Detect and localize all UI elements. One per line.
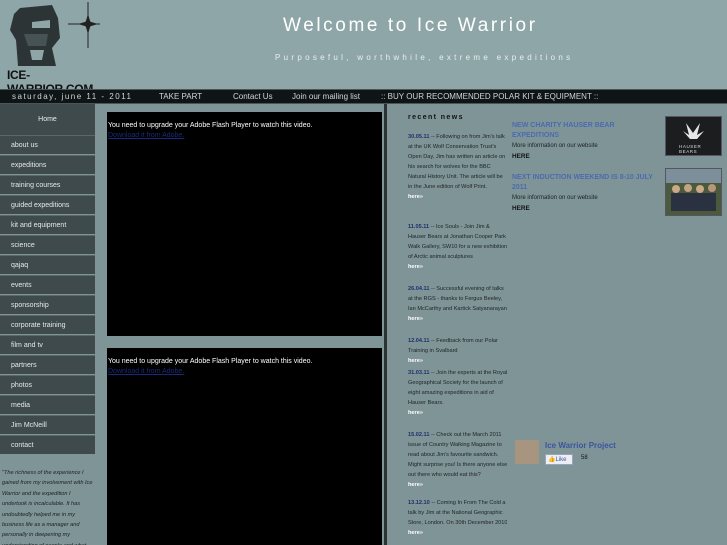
sidebar-item-contact[interactable]: contact bbox=[0, 435, 95, 454]
like-count: 58 bbox=[581, 455, 588, 461]
video-player[interactable]: You need to upgrade your Adobe Flash Pla… bbox=[107, 112, 382, 336]
promo-here-link[interactable]: HERE bbox=[512, 152, 662, 162]
sidebar-item-photos[interactable]: photos bbox=[0, 375, 95, 394]
promo-title[interactable]: NEW CHARITY HAUSER BEAR EXPEDITIONS bbox=[512, 121, 662, 141]
sidebar-item-corporate-training[interactable]: corporate training bbox=[0, 315, 95, 334]
news-item: 12.04.11 -- Feedback from our Polar Trai… bbox=[408, 336, 508, 366]
tagline: Purposeful, worthwhile, extreme expediti… bbox=[275, 53, 574, 62]
flash-download-link[interactable]: Download it from Adobe. bbox=[108, 132, 184, 139]
sidebar-item-science[interactable]: science bbox=[0, 235, 95, 254]
nav-date: saturday, june 11 - 2011 bbox=[12, 92, 133, 101]
promo-block: NEXT INDUCTION WEEKEND IS 8-10 JULY 2011… bbox=[512, 173, 662, 214]
news-date: 11.05.11 bbox=[408, 224, 430, 230]
promo-title[interactable]: NEXT INDUCTION WEEKEND IS 8-10 JULY 2011 bbox=[512, 173, 662, 193]
sidebar-item-about-us[interactable]: about us bbox=[0, 135, 95, 154]
sidebar-item-sponsorship[interactable]: sponsorship bbox=[0, 295, 95, 314]
nav-take-part[interactable]: TAKE PART bbox=[159, 92, 202, 101]
sidebar-item-qajaq[interactable]: qajaq bbox=[0, 255, 95, 274]
news-item: 15.02.11 -- Check out the March 2011 iss… bbox=[408, 430, 508, 490]
group-photo-icon bbox=[666, 169, 721, 215]
news-text: -- Following on from Jim's talk at the U… bbox=[408, 134, 506, 190]
news-date: 12.04.11 bbox=[408, 338, 430, 344]
sidebar-item-events[interactable]: events bbox=[0, 275, 95, 294]
sidebar-item-jim-mcneill[interactable]: Jim McNeill bbox=[0, 415, 95, 434]
facebook-page-thumbnail[interactable] bbox=[515, 440, 539, 464]
like-label: Like bbox=[555, 457, 567, 463]
video-column: You need to upgrade your Adobe Flash Pla… bbox=[95, 104, 390, 545]
flash-download-link[interactable]: Download it from Adobe. bbox=[108, 368, 184, 375]
facebook-page-title[interactable]: Ice Warrior Project bbox=[545, 441, 616, 450]
news-more-link[interactable]: here» bbox=[408, 480, 508, 490]
header: ICE-WARRIOR.COM Welcome to Ice Warrior P… bbox=[0, 0, 727, 96]
promo-here-link[interactable]: HERE bbox=[512, 204, 662, 214]
logo[interactable]: ICE-WARRIOR.COM bbox=[0, 0, 108, 96]
news-date: 30.05.11 bbox=[408, 134, 430, 140]
flash-upgrade-message: You need to upgrade your Adobe Flash Pla… bbox=[108, 358, 313, 365]
flash-upgrade-message: You need to upgrade your Adobe Flash Pla… bbox=[108, 122, 313, 129]
news-date: 26.04.11 bbox=[408, 286, 430, 292]
news-more-link[interactable]: here» bbox=[408, 262, 508, 272]
news-column: recent news 30.05.11 -- Following on fro… bbox=[384, 104, 508, 545]
sidebar-item-film-and-tv[interactable]: film and tv bbox=[0, 335, 95, 354]
news-item: 26.04.11 -- Successful evening of talks … bbox=[408, 284, 508, 324]
nav-contact-us[interactable]: Contact Us bbox=[233, 92, 273, 101]
sidebar-item-partners[interactable]: partners bbox=[0, 355, 95, 374]
sidebar-item-guided-expeditions[interactable]: guided expeditions bbox=[0, 195, 95, 214]
nav-buy-kit[interactable]: :: BUY OUR RECOMMENDED POLAR KIT & EQUIP… bbox=[381, 92, 598, 101]
sidebar-item-expeditions[interactable]: expeditions bbox=[0, 155, 95, 174]
news-date: 31.03.11 bbox=[408, 370, 430, 376]
facebook-widget: Ice Warrior Project 👍Like 58 bbox=[515, 440, 695, 470]
news-more-link[interactable]: here» bbox=[408, 528, 508, 538]
testimonial-quote: "The richness of the experience I gained… bbox=[2, 470, 93, 545]
sidebar-item-kit-and-equipment[interactable]: kit and equipment bbox=[0, 215, 95, 234]
logo-icon bbox=[10, 2, 108, 66]
news-item: 13.12.10 -- Coming In From The Cold a ta… bbox=[408, 498, 508, 538]
news-heading: recent news bbox=[408, 114, 464, 121]
promo-column: NEW CHARITY HAUSER BEAR EXPEDITIONS More… bbox=[507, 104, 727, 545]
news-item: 31.03.11 -- Join the experts at the Roya… bbox=[408, 368, 508, 418]
sidebar-item-home[interactable]: Home bbox=[0, 104, 95, 135]
news-more-link[interactable]: here» bbox=[408, 192, 508, 202]
news-date: 13.12.10 bbox=[408, 500, 430, 506]
news-more-link[interactable]: here» bbox=[408, 408, 508, 418]
sidebar-item-media[interactable]: media bbox=[0, 395, 95, 414]
news-item: 11.05.11 -- Ice Souls - Join Jim & Hause… bbox=[408, 222, 508, 272]
sidebar-item-training-courses[interactable]: training courses bbox=[0, 175, 95, 194]
news-date: 15.02.11 bbox=[408, 432, 430, 438]
video-player[interactable]: You need to upgrade your Adobe Flash Pla… bbox=[107, 348, 382, 545]
news-text: -- Check out the March 2011 issue of Cou… bbox=[408, 432, 508, 478]
hauser-bears-thumbnail[interactable]: HAUSER BEARS bbox=[665, 116, 722, 156]
news-more-link[interactable]: here» bbox=[408, 356, 508, 366]
news-more-link[interactable]: here» bbox=[408, 314, 508, 324]
promo-text: More information on our website bbox=[512, 195, 598, 201]
page-title: Welcome to Ice Warrior bbox=[283, 15, 538, 36]
facebook-like-button[interactable]: 👍Like bbox=[545, 454, 573, 465]
promo-text: More information on our website bbox=[512, 143, 598, 149]
news-item: 30.05.11 -- Following on from Jim's talk… bbox=[408, 132, 508, 202]
promo-block: NEW CHARITY HAUSER BEAR EXPEDITIONS More… bbox=[512, 121, 662, 162]
top-nav: saturday, june 11 - 2011 TAKE PART Conta… bbox=[0, 89, 727, 104]
nav-mailing-list[interactable]: Join our mailing list bbox=[292, 92, 360, 101]
induction-weekend-photo[interactable] bbox=[665, 168, 722, 216]
hauser-bears-thumb-text: HAUSER BEARS bbox=[679, 144, 702, 154]
